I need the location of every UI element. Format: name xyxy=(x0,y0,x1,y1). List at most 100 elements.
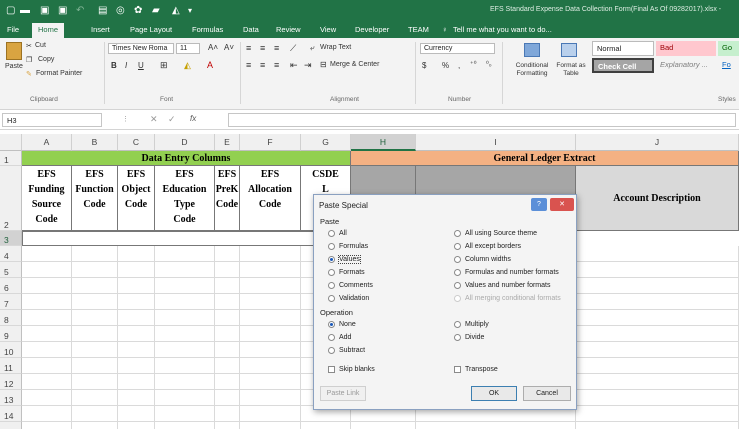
grid-cell[interactable] xyxy=(240,294,301,310)
column-header-a[interactable]: A xyxy=(22,134,72,151)
grid-cell[interactable] xyxy=(72,374,118,390)
grid-cell[interactable] xyxy=(22,342,72,358)
grid-cell[interactable] xyxy=(351,422,416,429)
open-icon[interactable]: ▰ xyxy=(152,5,160,17)
grid-cell[interactable] xyxy=(72,326,118,342)
name-box[interactable]: H3 xyxy=(2,113,102,127)
fill-color-icon[interactable]: ◭ xyxy=(184,60,191,71)
increase-decimal-icon[interactable]: ⁺⁰ xyxy=(470,60,477,68)
paste-option-source-theme[interactable]: All using Source theme xyxy=(454,230,537,237)
grid-cell[interactable] xyxy=(118,342,155,358)
transpose-checkbox[interactable]: Transpose xyxy=(454,366,498,373)
align-bottom-icon[interactable]: ≡ xyxy=(274,43,279,53)
grid-cell[interactable] xyxy=(576,422,739,429)
grid-cell[interactable] xyxy=(22,326,72,342)
grid-cell[interactable] xyxy=(240,262,301,278)
grid-cell[interactable] xyxy=(22,358,72,374)
insert-function-button[interactable]: fx xyxy=(190,114,196,123)
zoom-icon[interactable]: ◎ xyxy=(116,5,125,17)
italic-button[interactable]: I xyxy=(125,61,127,70)
column-header-e[interactable]: E xyxy=(215,134,240,151)
fill-color-quick-icon[interactable]: ◭ xyxy=(172,5,180,17)
tab-data[interactable]: Data xyxy=(243,25,259,34)
grid-cell[interactable] xyxy=(118,278,155,294)
align-middle-icon[interactable]: ≡ xyxy=(260,43,265,53)
grid-cell[interactable] xyxy=(72,342,118,358)
row-header-10[interactable]: 10 xyxy=(0,342,22,358)
number-format-select[interactable]: Currency xyxy=(420,43,495,54)
grid-cell[interactable] xyxy=(240,422,301,429)
grid-cell[interactable] xyxy=(240,390,301,406)
header-efs-object-code[interactable]: EFS Object Code xyxy=(118,166,155,231)
grid-cell[interactable] xyxy=(72,278,118,294)
format-as-table-button[interactable]: Format as Table xyxy=(556,62,586,78)
paste-option-formats[interactable]: Formats xyxy=(328,269,365,276)
row-header-1[interactable]: 1 xyxy=(0,151,22,166)
decrease-indent-icon[interactable]: ⇤ xyxy=(290,60,298,71)
tab-file[interactable]: File xyxy=(7,25,19,34)
help-button[interactable]: ? xyxy=(531,198,547,211)
grid-cell[interactable] xyxy=(240,406,301,422)
grid-cell[interactable] xyxy=(215,374,240,390)
grid-cell[interactable] xyxy=(215,390,240,406)
header-account-description[interactable]: Account Description xyxy=(576,166,739,231)
undo-icon[interactable]: ↶ xyxy=(76,5,84,17)
grid-cell[interactable] xyxy=(22,310,72,326)
grid-cell[interactable] xyxy=(215,262,240,278)
general-ledger-extract-header[interactable]: General Ledger Extract xyxy=(351,151,739,166)
decrease-font-icon[interactable]: A˅ xyxy=(224,43,234,52)
row-header-12[interactable]: 12 xyxy=(0,374,22,390)
column-header-g[interactable]: G xyxy=(301,134,351,151)
grid-cell[interactable] xyxy=(576,310,739,326)
row-header-5[interactable]: 5 xyxy=(0,262,22,278)
paste-option-except-borders[interactable]: All except borders xyxy=(454,243,521,250)
data-entry-columns-header[interactable]: Data Entry Columns xyxy=(22,151,351,166)
copy-icon[interactable]: ❐ xyxy=(26,56,32,64)
grid-cell[interactable] xyxy=(72,358,118,374)
close-button[interactable]: ✕ xyxy=(550,198,574,211)
grid-cell[interactable] xyxy=(118,326,155,342)
cut-button[interactable]: Cut xyxy=(35,42,46,49)
ok-button[interactable]: OK xyxy=(471,386,517,401)
increase-font-icon[interactable]: A˄ xyxy=(208,43,218,52)
grid-cell[interactable] xyxy=(576,374,739,390)
grid-cell[interactable] xyxy=(155,374,215,390)
header-efs-funding-source-code[interactable]: EFS Funding Source Code xyxy=(22,166,72,231)
row-header-14[interactable]: 14 xyxy=(0,406,22,422)
grid-cell[interactable] xyxy=(118,422,155,429)
cancel-entry-icon[interactable]: ✕ xyxy=(150,114,158,125)
style-normal[interactable]: Normal xyxy=(592,41,654,56)
tab-team[interactable]: TEAM xyxy=(408,25,429,34)
grid-cell[interactable] xyxy=(240,246,301,262)
grid-cell[interactable] xyxy=(215,406,240,422)
header-efs-allocation-code[interactable]: EFS Allocation Code xyxy=(240,166,301,231)
grid-cell[interactable] xyxy=(576,342,739,358)
save-as-icon[interactable]: ▣ xyxy=(58,5,67,17)
operation-multiply[interactable]: Multiply xyxy=(454,321,489,328)
column-header-d[interactable]: D xyxy=(155,134,215,151)
grid-cell[interactable] xyxy=(155,342,215,358)
merge-icon[interactable]: ⊟ xyxy=(320,60,327,69)
increase-indent-icon[interactable]: ⇥ xyxy=(304,60,312,71)
wrap-text-button[interactable]: Wrap Text xyxy=(320,44,351,51)
paste-option-formulas-number-formats[interactable]: Formulas and number formats xyxy=(454,269,559,276)
grid-cell[interactable] xyxy=(118,374,155,390)
format-as-table-icon[interactable] xyxy=(561,43,577,57)
grid-cell[interactable] xyxy=(215,342,240,358)
grid-cell[interactable] xyxy=(22,262,72,278)
paste-option-all[interactable]: All xyxy=(328,230,347,237)
column-header-i[interactable]: I xyxy=(416,134,576,151)
operation-none[interactable]: None xyxy=(328,321,356,328)
row-header-4[interactable]: 4 xyxy=(0,246,22,262)
grid-cell[interactable] xyxy=(576,262,739,278)
grid-cell[interactable] xyxy=(576,278,739,294)
comma-button[interactable]: , xyxy=(458,61,460,70)
row-header-8[interactable]: 8 xyxy=(0,310,22,326)
align-right-icon[interactable]: ≡ xyxy=(274,60,279,70)
font-name-select[interactable]: Times New Roma xyxy=(108,43,174,54)
grid-cell[interactable] xyxy=(576,326,739,342)
header-efs-function-code[interactable]: EFS Function Code xyxy=(72,166,118,231)
grid-cell[interactable] xyxy=(301,422,351,429)
customize-toolbar-icon[interactable]: ▾ xyxy=(188,5,192,17)
paste-option-comments[interactable]: Comments xyxy=(328,282,373,289)
